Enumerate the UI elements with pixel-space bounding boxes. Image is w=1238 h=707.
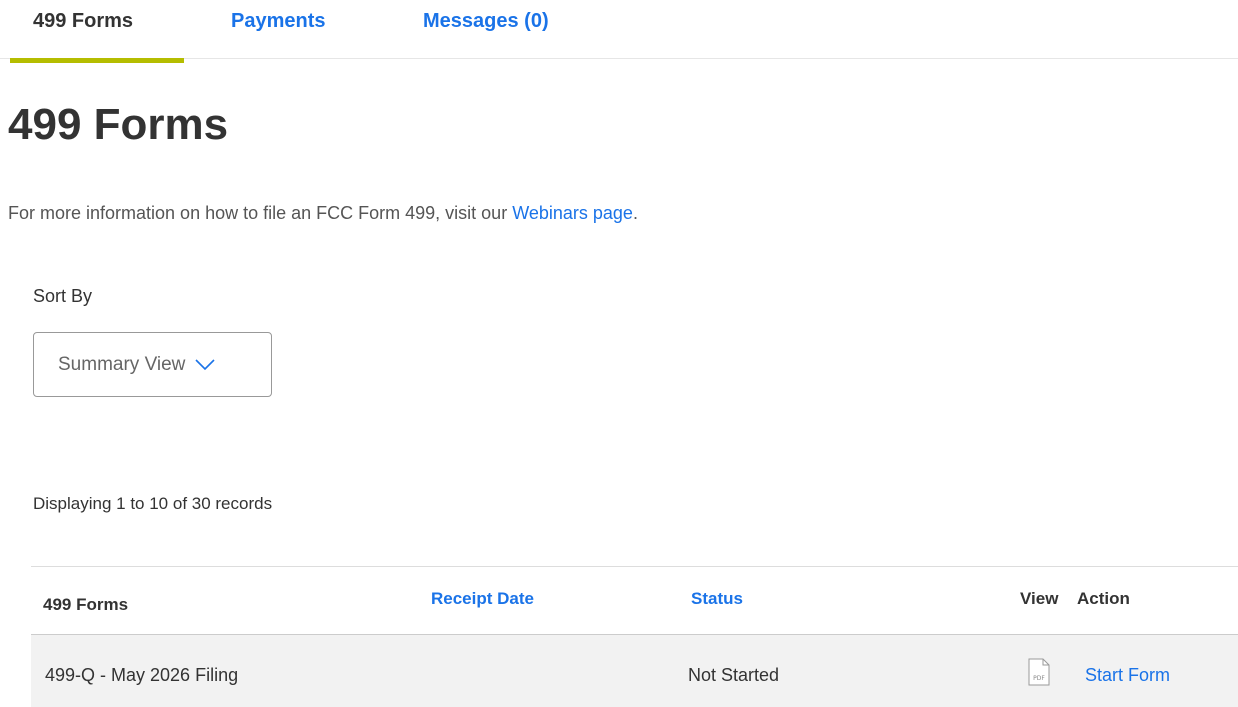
header-receipt-date[interactable]: Receipt Date [431,589,534,609]
tab-bar: 499 Forms Payments Messages (0) [0,0,1238,63]
chevron-down-icon [195,358,215,370]
records-summary: Displaying 1 to 10 of 30 records [33,494,273,513]
row-status: Not Started [688,665,780,685]
sort-by-selected-value: Summary View [58,353,186,375]
tab-payments[interactable]: Payments [231,10,326,33]
info-text-body: For more information on how to file an F… [8,203,513,223]
page-title: 499 Forms [8,100,229,149]
row-form-name: 499-Q - May 2026 Filing [45,665,239,685]
header-view: View [1020,589,1059,608]
sort-by-select[interactable]: Summary View [33,332,272,397]
svg-text:PDF: PDF [1033,675,1045,682]
header-action: Action [1077,589,1130,608]
table-row: 499-Q - May 2026 Filing Not Started PDF … [31,635,1238,707]
table-header: 499 Forms Receipt Date Status View Actio… [31,566,1238,635]
tab-messages[interactable]: Messages (0) [423,10,549,33]
header-status[interactable]: Status [691,589,743,609]
pdf-icon[interactable]: PDF [1028,658,1050,686]
start-form-link[interactable]: Start Form [1085,665,1170,686]
info-text: For more information on how to file an F… [8,203,638,224]
tab-499-forms[interactable]: 499 Forms [33,10,133,33]
sort-by-label: Sort By [33,286,93,306]
info-text-suffix: . [632,203,638,223]
active-tab-indicator [10,58,184,63]
forms-table: 499 Forms Receipt Date Status View Actio… [31,566,1238,707]
webinars-link[interactable]: Webinars page [512,203,633,223]
header-499-forms: 499 Forms [43,595,129,614]
